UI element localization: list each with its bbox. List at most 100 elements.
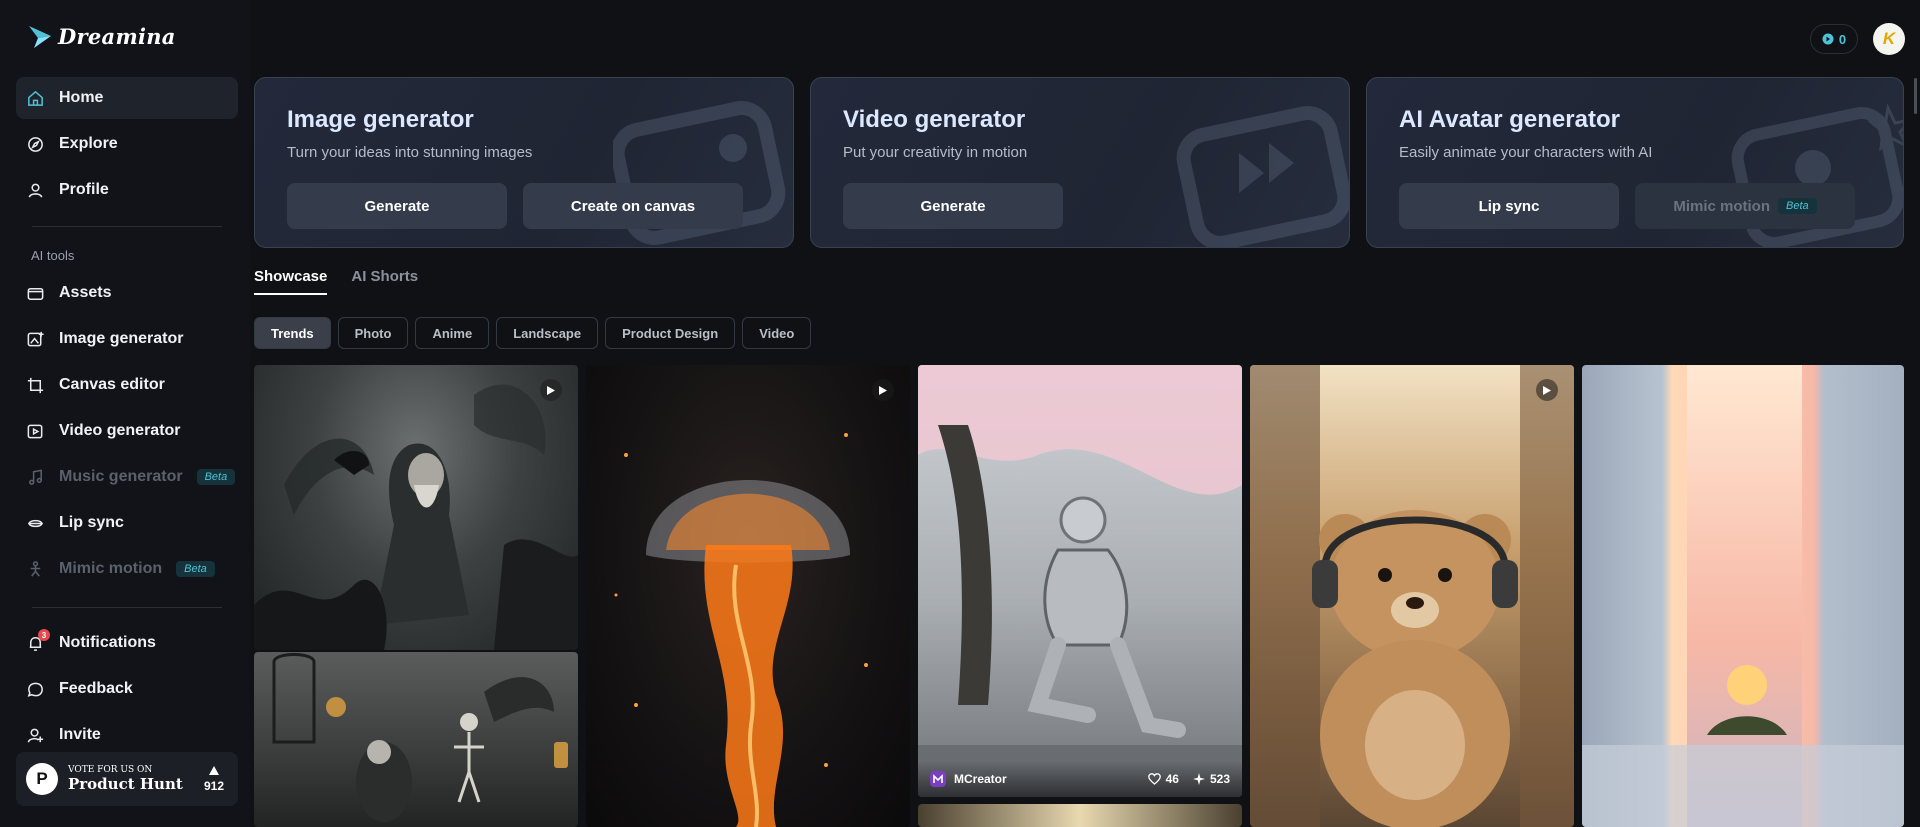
home-icon xyxy=(28,90,43,106)
video-generate-button[interactable]: Generate xyxy=(843,183,1063,229)
main-nav: Home Explore Profile xyxy=(16,77,238,211)
card-title: Video generator xyxy=(843,106,1026,133)
beta-badge: Beta xyxy=(176,561,215,577)
card-title: AI Avatar generator xyxy=(1399,106,1620,133)
section-label-ai-tools: AI tools xyxy=(31,248,75,263)
nav-canvas-editor[interactable]: Canvas editor xyxy=(16,364,238,406)
create-on-canvas-button[interactable]: Create on canvas xyxy=(523,183,743,229)
video-deco-icon xyxy=(1176,106,1349,247)
gallery-item-fantasy-raven[interactable] xyxy=(254,365,578,650)
like-count: 46 xyxy=(1165,772,1179,786)
artwork-pastel-portal xyxy=(1582,365,1904,827)
page-scrollbar[interactable] xyxy=(1914,78,1917,114)
avatar-letter: K xyxy=(1882,29,1896,48)
nav-feedback[interactable]: Feedback xyxy=(16,668,238,710)
gallery-item-next[interactable] xyxy=(918,804,1242,827)
play-button[interactable] xyxy=(1536,379,1558,401)
creator-name[interactable]: MCreator xyxy=(954,772,1148,786)
tab-showcase[interactable]: Showcase xyxy=(254,268,328,295)
card-subtitle: Easily animate your characters with AI xyxy=(1399,144,1653,161)
nav-assets[interactable]: Assets xyxy=(16,272,238,314)
remix-count: 523 xyxy=(1209,772,1230,786)
card-subtitle: Turn your ideas into stunning images xyxy=(287,144,533,161)
tab-ai-shorts[interactable]: AI Shorts xyxy=(351,268,418,295)
folder-icon xyxy=(27,287,44,300)
product-hunt-text: VOTE FOR US ON Product Hunt xyxy=(68,765,204,793)
filter-video[interactable]: Video xyxy=(742,317,812,349)
nav-mimic-motion[interactable]: Mimic motion Beta xyxy=(16,548,238,590)
nav-feedback-label: Feedback xyxy=(59,680,133,697)
crop-icon xyxy=(27,377,44,393)
nav-image-generator[interactable]: Image generator xyxy=(16,318,238,360)
play-icon xyxy=(547,385,555,395)
filter-landscape[interactable]: Landscape xyxy=(496,317,599,349)
product-hunt-logo: P xyxy=(26,763,58,795)
chat-icon xyxy=(27,682,43,697)
beta-badge: Beta xyxy=(1778,198,1817,214)
filter-photo[interactable]: Photo xyxy=(337,317,409,349)
nav-mimic-motion-label: Mimic motion xyxy=(59,560,163,577)
gallery-item-pastel-portal[interactable] xyxy=(1582,365,1904,827)
artwork-fantasy-raven xyxy=(254,384,578,650)
nav-assets-label: Assets xyxy=(59,284,112,301)
logo[interactable]: Dreamina xyxy=(26,22,176,50)
play-icon xyxy=(879,385,887,395)
nav-lip-sync[interactable]: Lip sync xyxy=(16,502,238,544)
gallery-item-skeleton-scene[interactable] xyxy=(254,652,578,827)
nav-music-generator[interactable]: Music generator Beta xyxy=(16,456,238,498)
remix-sparkle-icon[interactable] xyxy=(1192,773,1205,785)
filter-trends[interactable]: Trends xyxy=(254,317,331,349)
user-icon xyxy=(28,183,43,198)
nav-lip-sync-label: Lip sync xyxy=(59,514,124,531)
card-video-generator: Video generator Put your creativity in m… xyxy=(810,77,1350,248)
gallery-item-teddy-bear[interactable] xyxy=(1250,365,1574,827)
nav-video-generator[interactable]: Video generator xyxy=(16,410,238,452)
motion-icon xyxy=(30,560,41,577)
product-hunt-title: Product Hunt xyxy=(68,775,183,793)
nav-explore-label: Explore xyxy=(59,135,118,152)
nav-image-generator-label: Image generator xyxy=(59,330,184,347)
avatar[interactable]: K xyxy=(1873,23,1905,55)
nav-notifications[interactable]: 3 Notifications xyxy=(16,622,238,664)
lip-sync-button[interactable]: Lip sync xyxy=(1399,183,1619,229)
artwork-teddy-bear xyxy=(1250,365,1574,827)
mimic-motion-button[interactable]: Mimic motion Beta xyxy=(1635,183,1855,229)
image-generate-button[interactable]: Generate xyxy=(287,183,507,229)
upvote-triangle-icon xyxy=(208,765,219,775)
nav-music-generator-label: Music generator xyxy=(59,468,183,485)
invite-icon xyxy=(27,728,44,742)
video-icon xyxy=(27,424,43,438)
gallery-item-fire-jellyfish[interactable] xyxy=(586,365,910,827)
nav-explore[interactable]: Explore xyxy=(16,123,238,165)
sidebar-divider xyxy=(32,607,222,608)
notification-count-badge: 3 xyxy=(38,629,50,641)
credits-count: 0 xyxy=(1838,31,1847,47)
nav-invite[interactable]: Invite xyxy=(16,714,238,756)
vote-count: 912 xyxy=(203,778,224,793)
product-hunt-banner[interactable]: P VOTE FOR US ON Product Hunt 912 xyxy=(16,752,238,806)
creator-avatar-icon xyxy=(930,771,946,787)
gallery-item-praying-robot[interactable]: MCreator 46 523 xyxy=(918,365,1242,797)
credits-pill[interactable]: 0 xyxy=(1810,24,1858,54)
music-icon xyxy=(29,468,42,485)
play-button[interactable] xyxy=(540,379,562,401)
card-image-generator: Image generator Turn your ideas into stu… xyxy=(254,77,794,248)
mimic-motion-label: Mimic motion xyxy=(1673,197,1771,215)
artwork-fire-jellyfish xyxy=(614,433,868,827)
card-ai-avatar-generator: AI Avatar generator Easily animate your … xyxy=(1366,77,1904,248)
nav-home[interactable]: Home xyxy=(16,77,238,119)
nav-notifications-label: Notifications xyxy=(59,634,156,651)
tools-nav: Assets Image generator Canvas editor Vid… xyxy=(16,272,238,590)
nav-home-label: Home xyxy=(59,89,104,106)
nav-profile[interactable]: Profile xyxy=(16,169,238,211)
play-button[interactable] xyxy=(872,379,894,401)
filter-anime[interactable]: Anime xyxy=(415,317,490,349)
compass-icon xyxy=(28,136,43,152)
sidebar: Dreamina Home Explore Profile AI tools A… xyxy=(0,0,250,827)
filter-product-design[interactable]: Product Design xyxy=(605,317,736,349)
artwork-praying-robot xyxy=(918,365,1242,797)
bottom-nav: 3 Notifications Feedback Invite xyxy=(16,622,238,756)
heart-icon[interactable] xyxy=(1147,773,1161,785)
nav-canvas-editor-label: Canvas editor xyxy=(59,376,165,393)
card-title: Image generator xyxy=(287,106,474,133)
